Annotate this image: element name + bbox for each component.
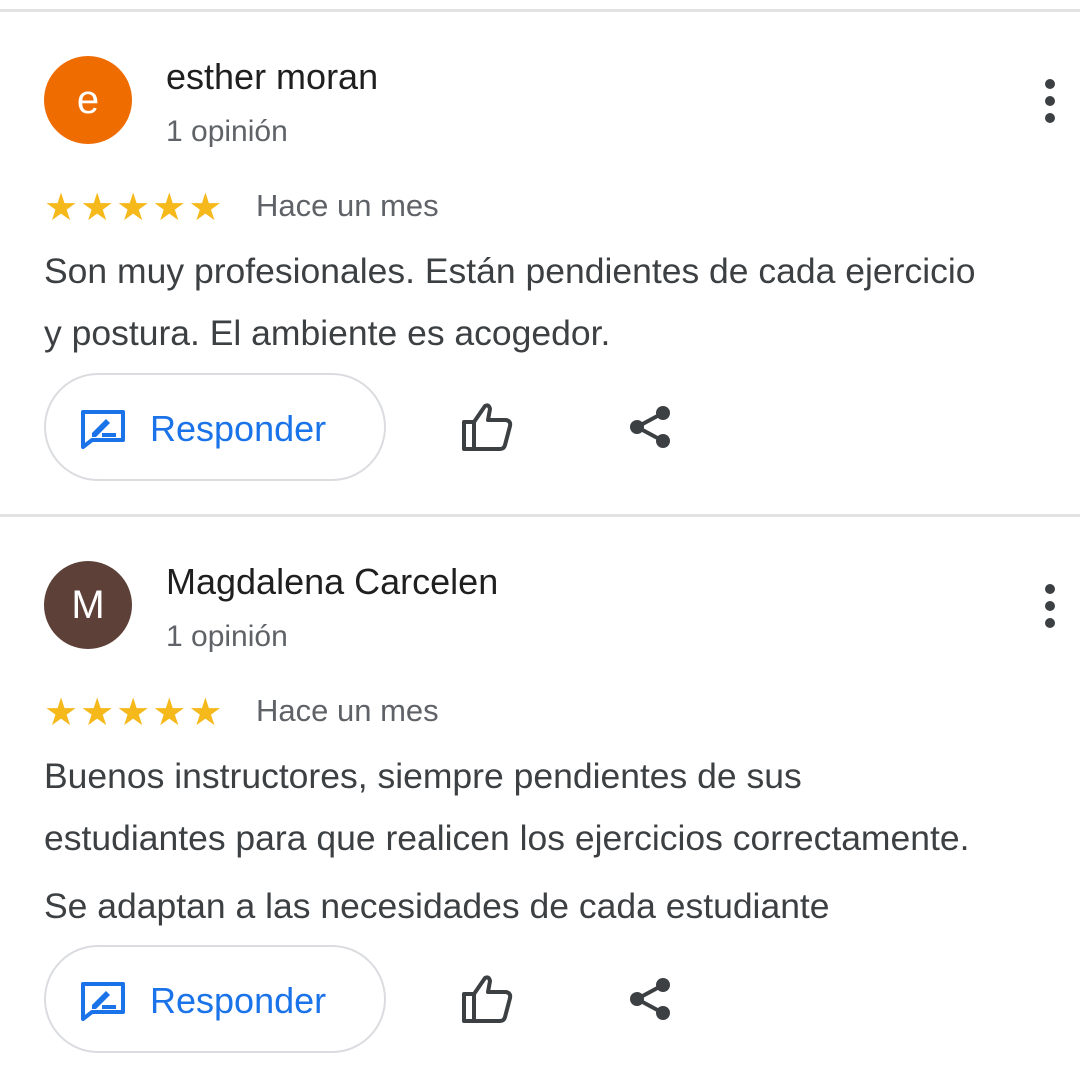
rate-review-icon [81, 982, 125, 1021]
like-button[interactable] [457, 969, 517, 1029]
review-count[interactable]: 1 opinión [166, 115, 288, 149]
review-text-line: estudiantes para que realicen los ejerci… [44, 818, 970, 858]
star-icon: ★ [80, 690, 115, 734]
divider [0, 9, 1080, 12]
star-icon: ★ [44, 690, 79, 734]
review-text-line: Se adaptan a las necesidades de cada est… [44, 886, 830, 926]
review-text-line: Son muy profesionales. Están pendientes … [44, 251, 976, 291]
reply-button[interactable]: Responder [44, 373, 386, 481]
star-rating: ★ ★ ★ ★ ★ [44, 692, 222, 732]
star-icon: ★ [116, 185, 151, 229]
share-icon [630, 406, 670, 448]
star-icon: ★ [152, 690, 187, 734]
reply-label: Responder [150, 408, 327, 449]
share-button[interactable] [620, 397, 680, 457]
like-button[interactable] [457, 397, 517, 457]
more-options-button[interactable] [1030, 581, 1070, 631]
divider [0, 514, 1080, 517]
review-date: Hace un mes [256, 188, 439, 223]
avatar-letter: M [71, 582, 105, 627]
avatar[interactable]: M [44, 561, 132, 649]
reply-label: Responder [150, 980, 327, 1021]
reply-button[interactable]: Responder [44, 945, 386, 1053]
review-count[interactable]: 1 opinión [166, 620, 288, 654]
star-icon: ★ [152, 185, 187, 229]
star-icon: ★ [188, 185, 223, 229]
review-text-line: Buenos instructores, siempre pendientes … [44, 756, 802, 796]
review-date: Hace un mes [256, 693, 439, 728]
more-options-button[interactable] [1030, 76, 1070, 126]
star-icon: ★ [188, 690, 223, 734]
rate-review-icon [81, 410, 125, 449]
share-icon [630, 978, 670, 1020]
author-name[interactable]: esther moran [166, 56, 378, 98]
star-icon: ★ [116, 690, 151, 734]
review-text-line: y postura. El ambiente es acogedor. [44, 313, 611, 353]
share-button[interactable] [620, 969, 680, 1029]
thumb-up-icon [462, 975, 513, 1023]
star-rating: ★ ★ ★ ★ ★ [44, 187, 222, 227]
avatar-letter: e [76, 77, 100, 122]
author-name[interactable]: Magdalena Carcelen [166, 561, 498, 603]
star-icon: ★ [80, 185, 115, 229]
thumb-up-icon [462, 403, 513, 451]
avatar[interactable]: e [44, 56, 132, 144]
star-icon: ★ [44, 185, 79, 229]
reviews-page: e esther moran 1 opinión ★ ★ ★ ★ ★ Hace … [0, 0, 1080, 1080]
